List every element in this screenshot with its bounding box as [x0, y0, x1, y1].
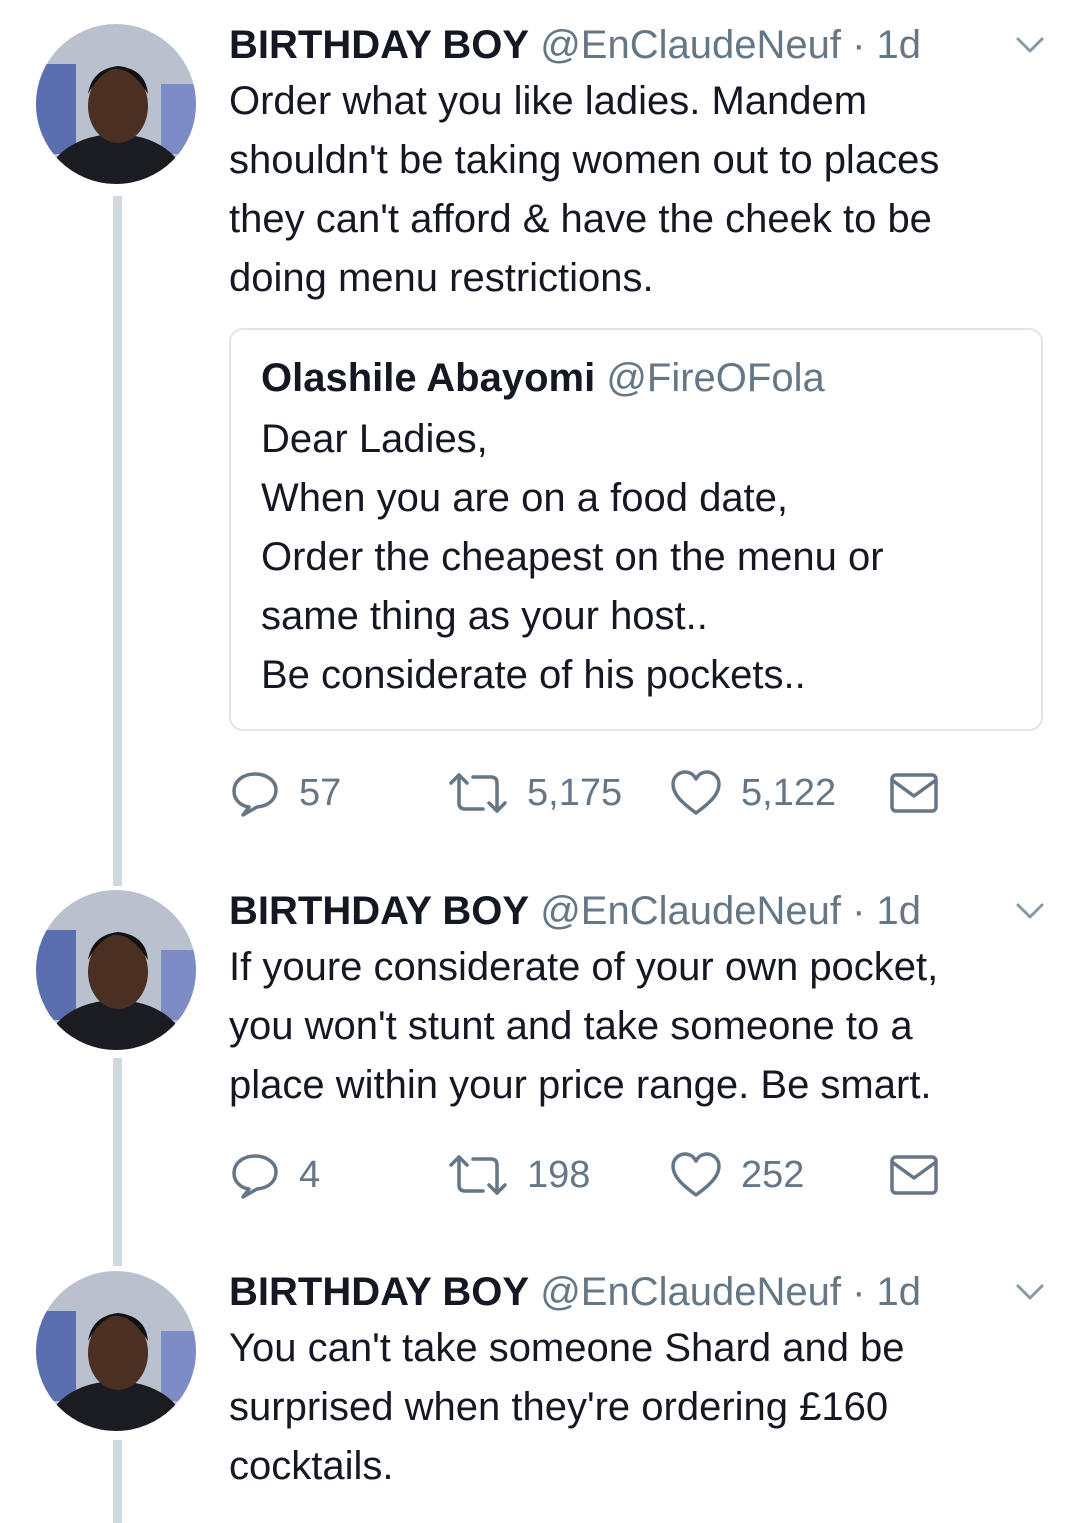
quoted-display-name: Olashile Abayomi [261, 356, 596, 400]
tweet-text-line: shouldn't be taking women out to places [229, 138, 940, 182]
quoted-username: @FireOFola [606, 356, 825, 400]
reply-button[interactable]: 4 [229, 1147, 320, 1203]
tweet-text-line: cocktails. [229, 1444, 394, 1488]
direct-message-button[interactable] [889, 765, 939, 821]
like-count: 5,122 [741, 771, 837, 814]
envelope-icon [890, 1155, 938, 1195]
chevron-down-icon[interactable] [1010, 1275, 1050, 1307]
tweet-header: BIRTHDAY BOY @EnClaudeNeuf · 1d [229, 884, 921, 938]
quoted-text-line: Order the cheapest on the menu or [261, 535, 884, 579]
tweet-text-line: You can't take someone Shard and be [229, 1326, 905, 1370]
like-button[interactable]: 5,122 [669, 765, 836, 821]
avatar-image [36, 890, 196, 1050]
heart-icon [671, 1152, 721, 1197]
quoted-tweet-header: Olashile Abayomi @FireOFola [261, 352, 825, 404]
tweet-header: BIRTHDAY BOY @EnClaudeNeuf · 1d [229, 18, 921, 72]
timestamp[interactable]: 1d [877, 23, 922, 67]
avatar-image [36, 1271, 196, 1431]
display-name[interactable]: BIRTHDAY BOY [229, 1270, 529, 1314]
direct-message-button[interactable] [889, 1147, 939, 1203]
tweet[interactable]: BIRTHDAY BOY @EnClaudeNeuf · 1d You can'… [0, 1265, 1080, 1523]
retweet-count: 198 [527, 1153, 591, 1196]
like-button[interactable]: 252 [669, 1147, 804, 1203]
quoted-text-line: Be considerate of his pockets.. [261, 653, 806, 697]
reply-button[interactable]: 57 [229, 765, 341, 821]
retweet-count: 5,175 [527, 771, 623, 814]
heart-icon [671, 770, 721, 815]
tweet-text-line: they can't afford & have the cheek to be [229, 197, 932, 241]
quoted-tweet[interactable]: Olashile Abayomi @FireOFola Dear Ladies,… [229, 328, 1043, 731]
tweet[interactable]: BIRTHDAY BOY @EnClaudeNeuf · 1d If youre… [0, 884, 1080, 1214]
reply-count: 57 [299, 771, 342, 814]
quoted-text-line: same thing as your host.. [261, 594, 708, 638]
like-count: 252 [741, 1153, 805, 1196]
tweet-text-line: you won't stunt and take someone to a [229, 1004, 913, 1048]
tweet-text-line: Order what you like ladies. Mandem [229, 79, 868, 123]
quoted-text-line: Dear Ladies, [261, 417, 488, 461]
tweet-text-line: If youre considerate of your own pocket, [229, 945, 939, 989]
separator: · [852, 889, 866, 933]
avatar[interactable] [36, 890, 196, 1050]
chevron-down-icon[interactable] [1010, 28, 1050, 60]
tweet-text: Order what you like ladies. Mandem shoul… [229, 72, 1049, 308]
username[interactable]: @EnClaudeNeuf [540, 889, 841, 933]
display-name[interactable]: BIRTHDAY BOY [229, 889, 529, 933]
timestamp[interactable]: 1d [877, 889, 922, 933]
reply-count: 4 [299, 1153, 321, 1196]
tweet-header: BIRTHDAY BOY @EnClaudeNeuf · 1d [229, 1265, 921, 1319]
reply-icon [232, 1154, 278, 1199]
separator: · [852, 23, 866, 67]
username[interactable]: @EnClaudeNeuf [540, 1270, 841, 1314]
reply-icon [232, 772, 278, 817]
avatar[interactable] [36, 1271, 196, 1431]
tweet-actions: 4 198 252 [229, 1147, 1049, 1203]
display-name[interactable]: BIRTHDAY BOY [229, 23, 529, 67]
avatar[interactable] [36, 24, 196, 184]
tweet-actions: 57 5,175 5,122 [229, 765, 1049, 821]
retweet-icon [449, 1155, 507, 1195]
retweet-button[interactable]: 5,175 [447, 765, 622, 821]
username[interactable]: @EnClaudeNeuf [540, 23, 841, 67]
separator: · [852, 1270, 866, 1314]
tweet-text-line: doing menu restrictions. [229, 256, 654, 300]
retweet-icon [449, 773, 507, 813]
tweet-text-line: surprised when they're ordering £160 [229, 1385, 889, 1429]
avatar-image [36, 24, 196, 184]
envelope-icon [890, 773, 938, 813]
quoted-text-line: When you are on a food date, [261, 476, 789, 520]
retweet-button[interactable]: 198 [447, 1147, 590, 1203]
tweet[interactable]: BIRTHDAY BOY @EnClaudeNeuf · 1d Order wh… [0, 18, 1080, 838]
timestamp[interactable]: 1d [877, 1270, 922, 1314]
tweet-text: You can't take someone Shard and be surp… [229, 1319, 1049, 1496]
chevron-down-icon[interactable] [1010, 894, 1050, 926]
tweet-text-line: place within your price range. Be smart. [229, 1063, 932, 1107]
tweet-text: If youre considerate of your own pocket,… [229, 938, 1049, 1115]
